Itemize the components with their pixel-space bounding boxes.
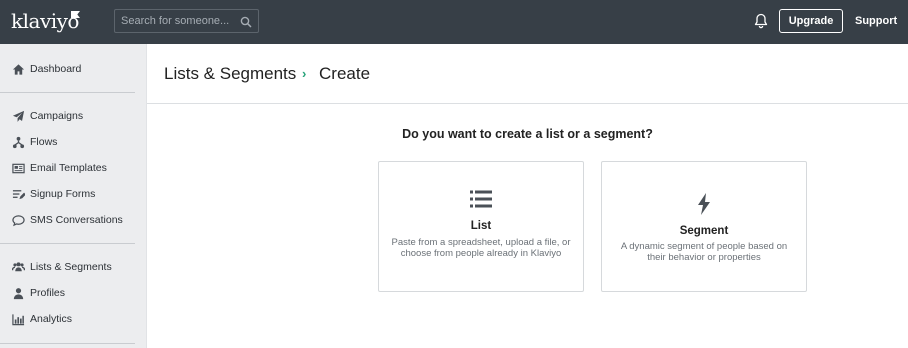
sidebar-item-campaigns[interactable]: Campaigns [11, 107, 83, 125]
sidebar-divider [0, 92, 135, 93]
paper-plane-icon [11, 109, 25, 123]
create-question-heading: Do you want to create a list or a segmen… [402, 127, 653, 141]
sidebar-item-dashboard[interactable]: Dashboard [11, 60, 81, 78]
notifications-bell-icon[interactable] [754, 13, 768, 29]
users-icon [11, 260, 25, 274]
sidebar-item-label: Analytics [30, 313, 73, 325]
flows-icon [11, 135, 25, 149]
home-icon [11, 62, 25, 76]
newspaper-icon [11, 161, 25, 175]
upgrade-button[interactable]: Upgrade [779, 9, 843, 33]
sidebar-item-label: Signup Forms [30, 188, 96, 200]
form-list-icon [11, 187, 25, 201]
list-icon [470, 190, 492, 213]
support-link[interactable]: Support [855, 15, 897, 27]
page-header: Lists & Segments › Create [147, 44, 908, 104]
sidebar-item-email-templates[interactable]: Email Templates [11, 159, 107, 177]
sidebar-item-label: Lists & Segments [30, 261, 112, 273]
create-list-option[interactable]: List Paste from a spreadsheet, upload a … [378, 161, 584, 292]
user-icon [11, 286, 25, 300]
sidebar-item-label: SMS Conversations [30, 214, 123, 226]
sidebar-divider [0, 243, 135, 244]
page-title: Create [319, 64, 371, 83]
search-input[interactable] [115, 10, 235, 32]
sidebar-item-label: Campaigns [30, 110, 84, 122]
sidebar-item-label: Flows [30, 136, 58, 148]
klaviyo-logo[interactable]: klaviyo [11, 9, 79, 33]
breadcrumb-chevron-icon: › [302, 66, 307, 81]
sidebar-item-profiles[interactable]: Profiles [11, 284, 65, 302]
bar-chart-icon [11, 312, 25, 326]
sidebar-item-flows[interactable]: Flows [11, 133, 57, 151]
sidebar-item-sms-conversations[interactable]: SMS Conversations [11, 211, 123, 229]
search-box[interactable] [114, 9, 259, 33]
breadcrumb-lists-segments[interactable]: Lists & Segments [164, 64, 296, 84]
card-description: A dynamic segment of people based on the… [620, 241, 788, 263]
sidebar-item-signup-forms[interactable]: Signup Forms [11, 185, 95, 203]
sidebar: Dashboard Campaigns Flows Email Template… [0, 44, 147, 348]
chat-icon [11, 213, 25, 227]
card-description: Paste from a spreadsheet, upload a file,… [391, 237, 571, 259]
sidebar-item-label: Email Templates [30, 162, 107, 174]
create-segment-option[interactable]: Segment A dynamic segment of people base… [601, 161, 807, 292]
sidebar-item-label: Profiles [30, 287, 66, 299]
top-nav-bar: klaviyo Upgrade Support [0, 0, 908, 44]
sidebar-item-label: Dashboard [30, 63, 82, 75]
card-title: List [470, 220, 492, 232]
search-icon[interactable] [240, 15, 252, 28]
sidebar-item-analytics[interactable]: Analytics [11, 310, 72, 328]
sidebar-divider [0, 343, 135, 344]
card-title: Segment [679, 225, 729, 237]
sidebar-item-lists-segments[interactable]: Lists & Segments [11, 258, 112, 276]
lightning-icon [697, 193, 711, 220]
